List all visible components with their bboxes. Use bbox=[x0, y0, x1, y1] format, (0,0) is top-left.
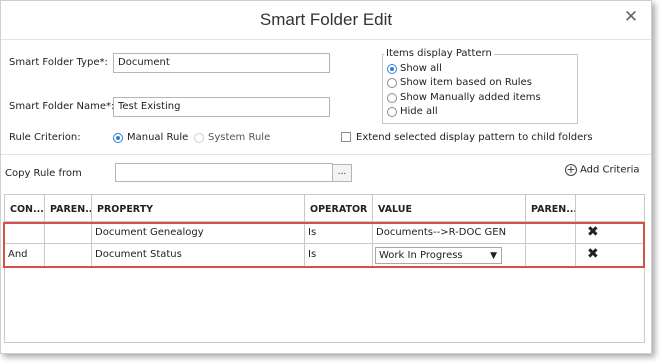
radio-show-rules-label: Show item based on Rules bbox=[400, 77, 532, 88]
radio-hide-all-label: Hide all bbox=[400, 106, 438, 117]
col-header-paren-close[interactable]: PAREN... bbox=[526, 195, 576, 222]
add-criteria-label: Add Criteria bbox=[580, 164, 640, 176]
extend-pattern-checkbox[interactable] bbox=[341, 132, 351, 142]
add-circle-icon: + bbox=[565, 163, 577, 176]
extend-pattern-label: Extend selected display pattern to child… bbox=[356, 132, 593, 143]
col-header-property[interactable]: PROPERTY bbox=[92, 195, 305, 222]
section-divider bbox=[1, 154, 651, 155]
title-divider bbox=[1, 39, 651, 40]
col-header-value[interactable]: VALUE bbox=[373, 195, 526, 222]
radio-hide-all[interactable] bbox=[387, 107, 397, 117]
radio-show-rules[interactable] bbox=[387, 78, 397, 88]
radio-show-manual-label: Show Manually added items bbox=[400, 92, 541, 103]
radio-manual-rule-label: Manual Rule bbox=[127, 132, 189, 143]
add-criteria-button[interactable]: + Add Criteria bbox=[565, 164, 640, 176]
copy-rule-input[interactable] bbox=[115, 163, 333, 182]
radio-system-rule[interactable] bbox=[194, 133, 204, 143]
radio-show-all-label: Show all bbox=[400, 63, 442, 74]
radio-show-manual[interactable] bbox=[387, 93, 397, 103]
display-pattern-legend: Items display Pattern bbox=[384, 48, 494, 59]
col-header-actions bbox=[576, 195, 644, 222]
rule-criterion-label: Rule Criterion: bbox=[9, 132, 81, 143]
dialog-title: Smart Folder Edit bbox=[259, 10, 393, 29]
col-header-paren-open[interactable]: PAREN... bbox=[45, 195, 92, 222]
radio-show-all[interactable] bbox=[387, 64, 397, 74]
col-header-operator[interactable]: OPERATOR bbox=[305, 195, 373, 222]
radio-manual-rule[interactable] bbox=[113, 133, 123, 143]
browse-button[interactable]: ... bbox=[332, 164, 352, 182]
radio-system-rule-label: System Rule bbox=[208, 132, 271, 143]
criteria-grid: CON... PAREN... PROPERTY OPERATOR VALUE … bbox=[4, 194, 645, 343]
close-icon[interactable]: ✕ bbox=[621, 7, 641, 27]
folder-name-input[interactable]: Test Existing bbox=[113, 97, 330, 117]
folder-type-label: Smart Folder Type*: bbox=[9, 57, 108, 68]
folder-type-input[interactable]: Document bbox=[113, 53, 330, 73]
folder-name-label: Smart Folder Name*: bbox=[9, 101, 115, 112]
copy-rule-label: Copy Rule from bbox=[5, 168, 82, 179]
col-header-connector[interactable]: CON... bbox=[5, 195, 45, 222]
smart-folder-edit-dialog: Smart Folder Edit ✕ Smart Folder Type*: … bbox=[0, 0, 652, 354]
highlight-box bbox=[3, 222, 645, 268]
